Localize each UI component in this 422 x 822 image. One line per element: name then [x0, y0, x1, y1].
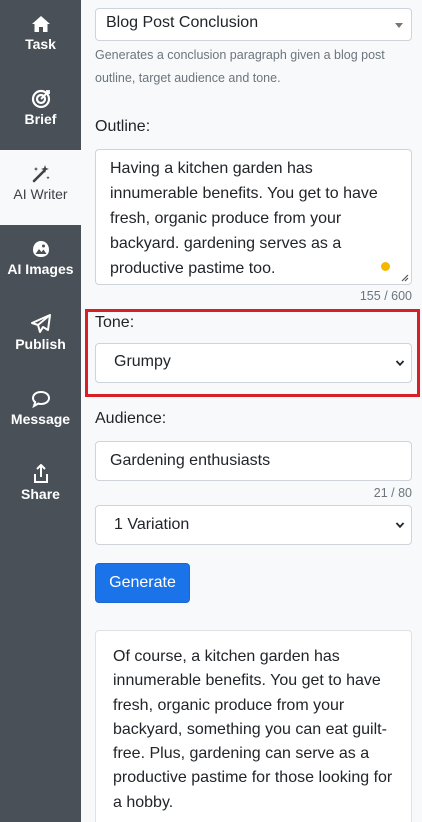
status-dot-icon [381, 262, 390, 271]
image-icon [32, 241, 49, 257]
chevron-down-icon [395, 522, 405, 529]
sidebar-item-brief[interactable]: Brief [0, 75, 81, 150]
audience-input-value: Gardening enthusiasts [110, 452, 271, 469]
audience-char-counter: 21 / 80 [373, 486, 412, 500]
tone-select[interactable]: Grumpy [95, 343, 412, 383]
chevron-down-icon [395, 360, 405, 367]
share-icon [33, 464, 48, 483]
chat-icon [31, 390, 50, 409]
outline-textarea[interactable]: Having a kitchen garden has innumerable … [95, 149, 412, 285]
generated-output: Of course, a kitchen garden has innumera… [95, 630, 412, 822]
variations-select-value: 1 Variation [114, 516, 190, 533]
sidebar-item-label: Brief [24, 111, 57, 127]
sidebar-item-label: Publish [15, 336, 66, 352]
send-icon [30, 314, 51, 333]
generate-button[interactable]: Generate [95, 563, 190, 603]
sidebar-item-label: Message [10, 411, 71, 427]
sidebar-item-ai-images[interactable]: AI Images [0, 225, 81, 300]
sidebar-item-label: Task [25, 36, 56, 52]
template-select-value: Blog Post Conclusion [106, 14, 259, 31]
caret-down-icon [395, 23, 403, 28]
home-icon [31, 16, 50, 32]
tone-label: Tone: [95, 314, 135, 331]
sidebar-item-label: Share [21, 486, 60, 502]
template-select[interactable]: Blog Post Conclusion [95, 8, 412, 41]
sidebar-item-ai-writer[interactable]: AI Writer [0, 150, 81, 225]
sidebar-item-message[interactable]: Message [0, 375, 81, 450]
target-icon [31, 89, 50, 109]
template-description: Generates a conclusion paragraph given a… [95, 48, 385, 85]
audience-label: Audience: [95, 410, 167, 427]
ai-writer-panel: Blog Post Conclusion Generates a conclus… [81, 0, 422, 822]
sidebar-item-task[interactable]: Task [0, 0, 81, 75]
sidebar: Task Brief AI Writer AI Images Publish M… [0, 0, 81, 822]
sidebar-item-label: AI Images [7, 261, 74, 277]
sidebar-item-share[interactable]: Share [0, 450, 81, 525]
sidebar-item-publish[interactable]: Publish [0, 300, 81, 375]
tone-select-value: Grumpy [114, 353, 171, 370]
generated-output-text: Of course, a kitchen garden has innumera… [113, 648, 393, 811]
outline-label: Outline: [95, 118, 151, 135]
magic-wand-icon [32, 165, 50, 183]
outline-text: Having a kitchen garden has innumerable … [110, 160, 378, 277]
sidebar-item-label: AI Writer [13, 186, 68, 202]
audience-input[interactable]: Gardening enthusiasts [95, 441, 412, 481]
resize-handle-icon[interactable] [399, 272, 409, 282]
outline-char-counter: 155 / 600 [359, 289, 412, 303]
variations-select[interactable]: 1 Variation [95, 505, 412, 545]
